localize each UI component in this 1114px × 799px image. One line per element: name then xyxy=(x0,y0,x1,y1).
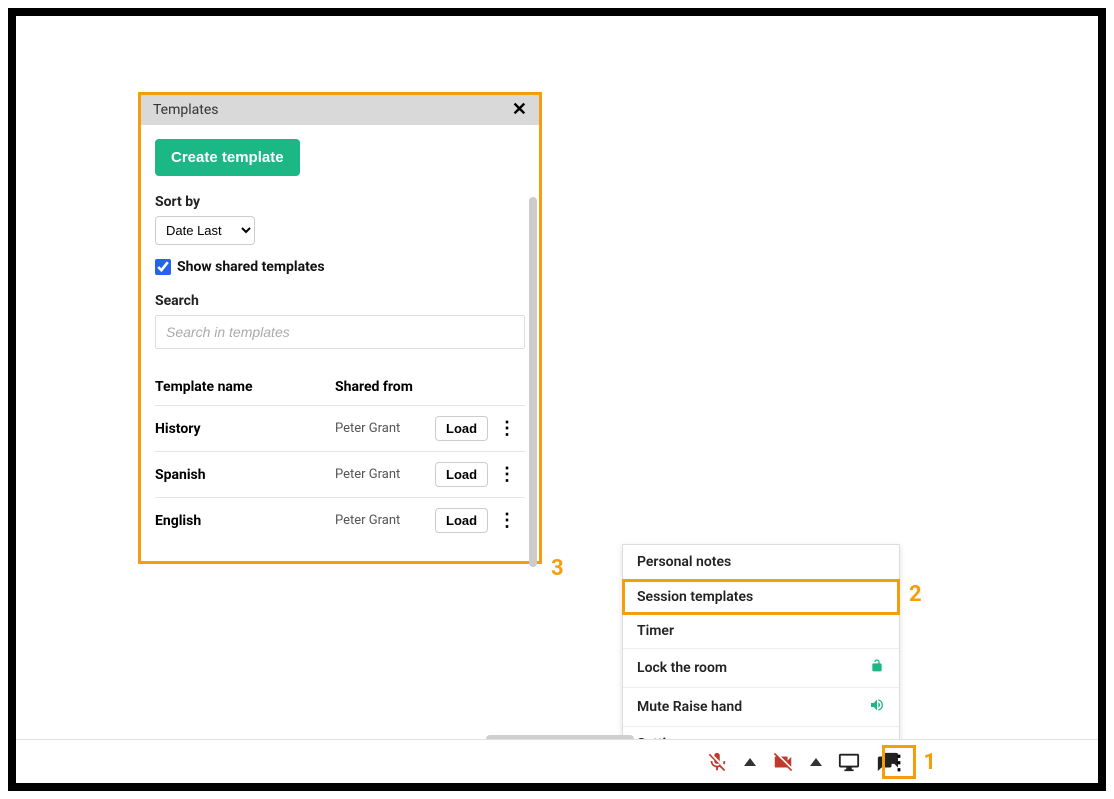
menu-item-label: Personal notes xyxy=(637,554,731,570)
template-name: History xyxy=(155,421,335,437)
sort-by-label: Sort by xyxy=(155,194,525,210)
load-button[interactable]: Load xyxy=(435,416,488,441)
templates-panel: Templates ✕ Create template Sort by Date… xyxy=(138,92,542,564)
search-label: Search xyxy=(155,293,525,309)
menu-item-label: Lock the room xyxy=(637,660,727,676)
mic-muted-icon[interactable] xyxy=(706,751,728,773)
menu-lock-room[interactable]: Lock the room xyxy=(623,649,899,688)
menu-personal-notes[interactable]: Personal notes xyxy=(623,545,899,580)
col-header-from: Shared from xyxy=(335,379,435,395)
menu-mute-raise-hand[interactable]: Mute Raise hand xyxy=(623,688,899,727)
callout-2: 2 xyxy=(909,582,922,607)
more-options-menu: Personal notes Session templates Timer L… xyxy=(622,544,900,762)
menu-item-label: Timer xyxy=(637,623,674,639)
close-icon[interactable]: ✕ xyxy=(512,101,527,119)
load-button[interactable]: Load xyxy=(435,508,488,533)
mic-options-caret-icon[interactable] xyxy=(744,758,756,766)
template-shared-from: Peter Grant xyxy=(335,421,435,436)
table-row: English Peter Grant Load ⋮ xyxy=(155,497,525,543)
camera-off-icon[interactable] xyxy=(772,751,794,773)
more-icon[interactable]: ⋮ xyxy=(495,420,519,438)
template-name: Spanish xyxy=(155,467,335,483)
table-row: History Peter Grant Load ⋮ xyxy=(155,405,525,451)
show-shared-label: Show shared templates xyxy=(177,259,325,275)
template-shared-from: Peter Grant xyxy=(335,467,435,482)
volume-icon xyxy=(869,697,885,717)
more-icon[interactable]: ⋮ xyxy=(495,466,519,484)
unlock-icon xyxy=(869,658,885,678)
app-canvas: Templates ✕ Create template Sort by Date… xyxy=(8,8,1106,791)
table-row: Spanish Peter Grant Load ⋮ xyxy=(155,451,525,497)
show-shared-checkbox[interactable] xyxy=(155,259,171,275)
create-template-button[interactable]: Create template xyxy=(155,139,300,176)
callout-3: 3 xyxy=(551,556,564,581)
menu-session-templates[interactable]: Session templates xyxy=(622,579,900,615)
table-header: Template name Shared from xyxy=(155,371,525,405)
camera-options-caret-icon[interactable] xyxy=(810,758,822,766)
more-icon[interactable]: ⋮ xyxy=(495,512,519,530)
more-options-button[interactable]: ⋮ xyxy=(882,745,916,779)
panel-body: Create template Sort by Date Last Show s… xyxy=(141,125,539,561)
sort-by-select[interactable]: Date Last xyxy=(155,216,255,245)
load-button[interactable]: Load xyxy=(435,462,488,487)
callout-1: 1 xyxy=(923,750,936,775)
menu-item-label: Mute Raise hand xyxy=(637,699,742,715)
col-header-name: Template name xyxy=(155,379,335,395)
scrollbar[interactable] xyxy=(529,197,537,567)
show-shared-row: Show shared templates xyxy=(155,259,525,275)
template-shared-from: Peter Grant xyxy=(335,513,435,528)
panel-header: Templates ✕ xyxy=(141,95,539,125)
search-input[interactable] xyxy=(155,315,525,349)
panel-title: Templates xyxy=(153,102,219,118)
menu-timer[interactable]: Timer xyxy=(623,614,899,649)
menu-item-label: Session templates xyxy=(637,589,753,605)
template-name: English xyxy=(155,513,335,529)
screen-share-icon[interactable] xyxy=(838,751,860,773)
